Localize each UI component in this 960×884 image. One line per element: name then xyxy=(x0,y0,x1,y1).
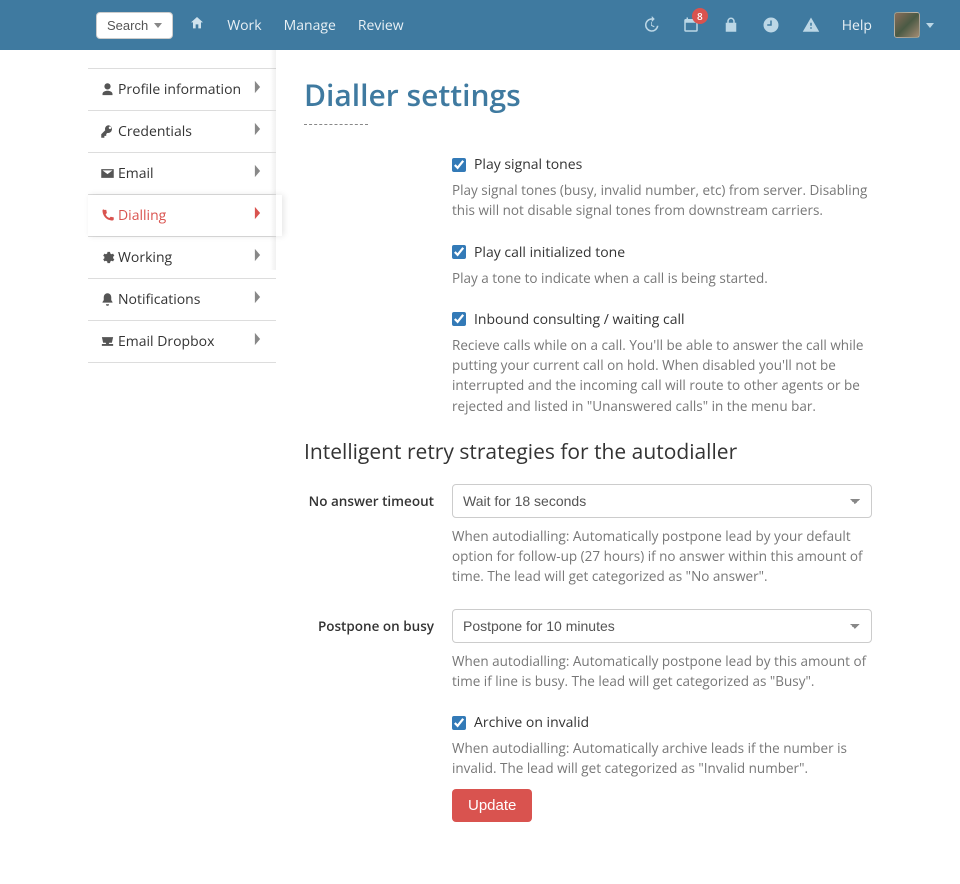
nav-manage[interactable]: Manage xyxy=(284,16,336,35)
sidebar-item-dialling[interactable]: Dialling xyxy=(88,195,276,237)
chevron-right-icon xyxy=(253,122,262,141)
setting-signal-tones: Play signal tones Play signal tones (bus… xyxy=(452,155,872,221)
title-underline xyxy=(304,123,368,125)
postpone-busy-select[interactable]: Postpone for 10 minutes xyxy=(452,609,872,643)
sidebar-item-label: Profile information xyxy=(118,80,253,99)
inbound-label: Inbound consulting / waiting call xyxy=(474,310,685,329)
update-button[interactable]: Update xyxy=(452,789,532,822)
postpone-busy-help: When autodialling: Automatically postpon… xyxy=(452,651,872,692)
avatar-icon xyxy=(894,12,920,38)
user-menu[interactable] xyxy=(894,12,934,38)
page-title: Dialler settings xyxy=(304,74,872,115)
calendar-badge: 8 xyxy=(692,8,708,24)
sidebar-item-label: Dialling xyxy=(118,206,253,225)
phone-icon xyxy=(96,208,118,223)
signal-tones-label: Play signal tones xyxy=(474,155,582,174)
retry-section-title: Intelligent retry strategies for the aut… xyxy=(304,438,872,466)
no-answer-help: When autodialling: Automatically postpon… xyxy=(452,526,872,587)
envelope-icon xyxy=(96,166,118,181)
sidebar-item-label: Notifications xyxy=(118,290,253,309)
caret-down-icon xyxy=(926,23,934,28)
archive-invalid-help: When autodialling: Automatically archive… xyxy=(452,738,872,779)
call-initialized-checkbox[interactable] xyxy=(452,245,466,259)
chevron-right-icon xyxy=(253,164,262,183)
chevron-right-icon xyxy=(253,290,262,309)
sidebar-item-email-dropbox[interactable]: Email Dropbox xyxy=(88,321,276,363)
search-button[interactable]: Search xyxy=(96,12,173,39)
call-initialized-help: Play a tone to indicate when a call is b… xyxy=(452,268,872,288)
sidebar-item-label: Email xyxy=(118,164,253,183)
setting-inbound-consulting: Inbound consulting / waiting call Reciev… xyxy=(452,310,872,416)
setting-archive-invalid: Archive on invalid When autodialling: Au… xyxy=(452,713,872,822)
inbound-checkbox[interactable] xyxy=(452,312,466,326)
chevron-right-icon xyxy=(253,248,262,267)
search-label: Search xyxy=(107,18,148,33)
gears-icon xyxy=(96,250,118,265)
sidebar-item-credentials[interactable]: Credentials xyxy=(88,111,276,153)
key-icon xyxy=(96,124,118,139)
archive-invalid-checkbox[interactable] xyxy=(452,716,466,730)
no-answer-label: No answer timeout xyxy=(304,484,452,518)
sidebar-item-profile[interactable]: Profile information xyxy=(88,69,276,111)
call-initialized-label: Play call initialized tone xyxy=(474,243,625,262)
chevron-right-icon xyxy=(253,206,262,225)
chevron-right-icon xyxy=(253,80,262,99)
signal-tones-checkbox[interactable] xyxy=(452,158,466,172)
topbar-right-icons: 8 Help xyxy=(642,12,934,38)
bell-icon xyxy=(96,292,118,307)
inbound-help: Recieve calls while on a call. You'll be… xyxy=(452,335,872,416)
lock-icon[interactable] xyxy=(722,16,740,34)
home-icon[interactable] xyxy=(189,14,205,36)
no-answer-select[interactable]: Wait for 18 seconds xyxy=(452,484,872,518)
top-nav-bar: Search Work Manage Review 8 Help xyxy=(0,0,960,50)
calendar-icon[interactable]: 8 xyxy=(682,16,700,34)
inbox-icon xyxy=(96,334,118,349)
no-answer-row: No answer timeout Wait for 18 seconds xyxy=(304,484,872,518)
main-content: Dialler settings Play signal tones Play … xyxy=(276,50,960,884)
sidebar-item-label: Working xyxy=(118,248,253,267)
nav-review[interactable]: Review xyxy=(358,16,404,35)
help-link[interactable]: Help xyxy=(842,16,872,35)
user-icon xyxy=(96,82,118,97)
sidebar-item-label: Credentials xyxy=(118,122,253,141)
primary-nav: Work Manage Review xyxy=(189,14,403,36)
postpone-busy-row: Postpone on busy Postpone for 10 minutes xyxy=(304,609,872,643)
signal-tones-help: Play signal tones (busy, invalid number,… xyxy=(452,180,872,221)
sidebar-item-working[interactable]: Working xyxy=(88,237,276,279)
settings-sidebar: Profile information Credentials Email Di… xyxy=(0,50,276,884)
sidebar-item-label: Email Dropbox xyxy=(118,332,253,351)
postpone-busy-label: Postpone on busy xyxy=(304,609,452,643)
warning-icon[interactable] xyxy=(802,16,820,34)
sidebar-item-email[interactable]: Email xyxy=(88,153,276,195)
history-icon[interactable] xyxy=(642,16,660,34)
setting-call-initialized: Play call initialized tone Play a tone t… xyxy=(452,243,872,288)
archive-invalid-label: Archive on invalid xyxy=(474,713,589,732)
sidebar-item-notifications[interactable]: Notifications xyxy=(88,279,276,321)
clock-icon[interactable] xyxy=(762,16,780,34)
chevron-right-icon xyxy=(253,332,262,351)
nav-work[interactable]: Work xyxy=(227,16,261,35)
caret-down-icon xyxy=(154,23,162,28)
